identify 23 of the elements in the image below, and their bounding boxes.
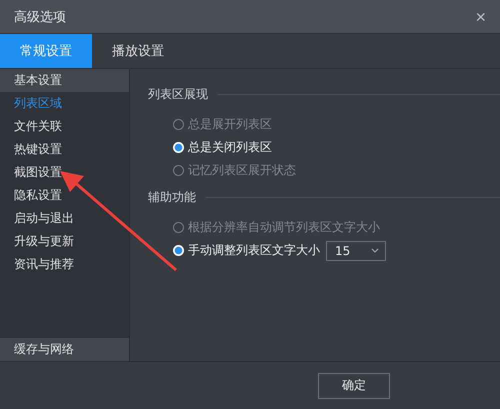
sidebar-item[interactable]: 热键设置 — [0, 138, 129, 161]
option-label: 总是展开列表区 — [188, 116, 272, 133]
font-size-dropdown[interactable]: 15 — [326, 240, 386, 260]
caret-icon — [371, 248, 379, 253]
sidebar-item[interactable]: 文件关联 — [0, 115, 129, 138]
sidebar-item[interactable]: 截图设置 — [0, 161, 129, 184]
sidebar-item[interactable]: 升级与更新 — [0, 230, 129, 253]
ok-button[interactable]: 确定 — [318, 372, 390, 398]
option-label: 记忆列表区展开状态 — [188, 162, 296, 179]
sidebar-item[interactable]: 缓存与网络 — [0, 338, 129, 361]
option-label: 总是关闭列表区 — [188, 139, 272, 156]
section-title: 列表区展现 — [148, 86, 208, 102]
sidebar-item[interactable]: 列表区域 — [0, 92, 129, 115]
tab[interactable]: 播放设置 — [92, 34, 184, 68]
sidebar-item[interactable]: 资讯与推荐 — [0, 253, 129, 276]
option-label: 手动调整列表区文字大小 — [188, 242, 320, 259]
section-title: 辅助功能 — [148, 188, 196, 206]
option-label: 根据分辨率自动调节列表区文字大小 — [188, 219, 380, 236]
sidebar-item[interactable]: 基本设置 — [0, 69, 129, 92]
sidebar-item[interactable]: 隐私设置 — [0, 184, 129, 207]
sidebar-item[interactable]: 启动与退出 — [0, 207, 129, 230]
window-title: 高级选项 — [14, 8, 66, 26]
close-button[interactable]: × — [471, 6, 490, 26]
